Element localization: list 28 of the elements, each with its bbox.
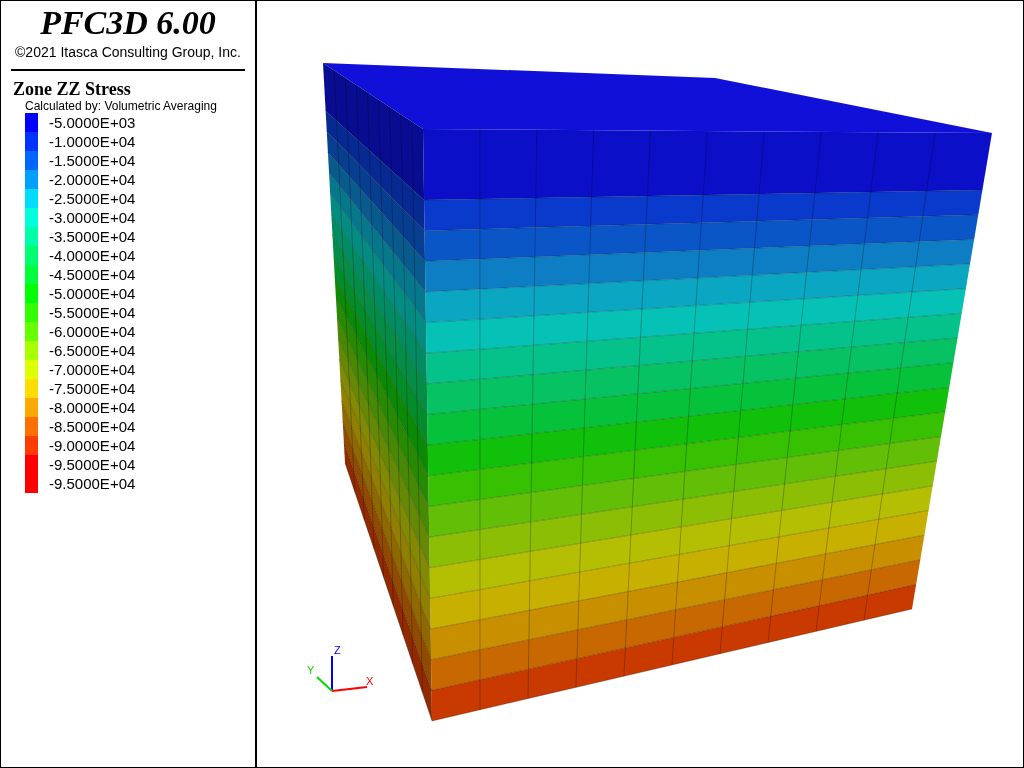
legend-label: -2.5000E+04: [49, 190, 136, 207]
z-axis-label: Z: [334, 644, 341, 656]
x-axis-label: X: [366, 675, 374, 687]
legend-label: -1.5000E+04: [49, 152, 136, 169]
legend-title: Zone ZZ Stress: [13, 79, 132, 99]
legend-label: -8.5000E+04: [49, 418, 136, 435]
app-title: PFC3D 6.00: [40, 5, 216, 41]
legend-label: -3.5000E+04: [49, 228, 136, 245]
legend-label: -5.5000E+04: [49, 304, 136, 321]
legend-label: -4.5000E+04: [49, 266, 136, 283]
legend-label: -7.0000E+04: [49, 361, 136, 378]
axis-triad-drawing: [316, 655, 368, 692]
legend-label: -4.0000E+04: [49, 247, 136, 264]
legend-subtitle: Calculated by: Volumetric Averaging: [25, 99, 218, 113]
legend-label: -5.0000E+03: [49, 114, 136, 131]
legend-label: -6.0000E+04: [49, 323, 136, 340]
legend-label: -6.5000E+04: [49, 342, 136, 359]
legend-label: -5.0000E+04: [49, 285, 136, 302]
legend-label: -9.5000E+04: [49, 475, 136, 492]
y-axis-label: Y: [307, 664, 315, 676]
legend-label: -8.0000E+04: [49, 399, 136, 416]
legend-label: -3.0000E+04: [49, 209, 136, 226]
legend-label: -9.5000E+04: [49, 456, 136, 473]
legend-label: -2.0000E+04: [49, 171, 136, 188]
legend-label: -7.5000E+04: [49, 380, 136, 397]
legend-label: -9.0000E+04: [49, 437, 136, 454]
copyright-text: ©2021 Itasca Consulting Group, Inc.: [15, 43, 241, 61]
legend-label: -1.0000E+04: [49, 133, 136, 150]
